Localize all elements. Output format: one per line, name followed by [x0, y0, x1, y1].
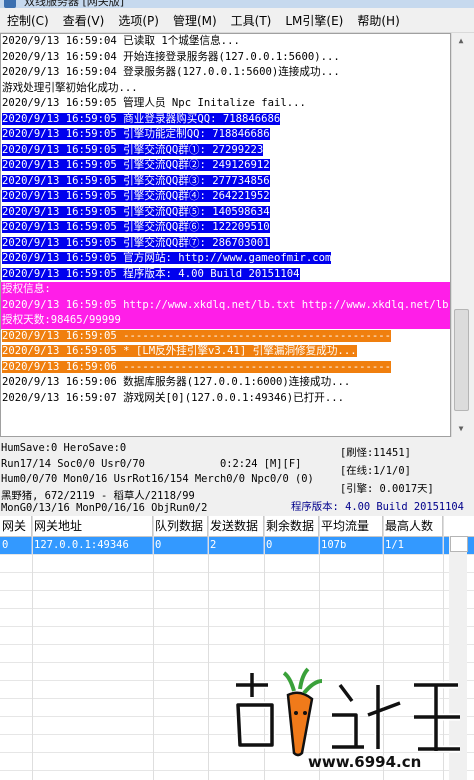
log-line-text: 2020/9/13 16:59:05 ---------------------… [2, 329, 392, 342]
log-line-text: 2020/9/13 16:59:05 引擎交流QQ群③: 277734856 [2, 174, 270, 187]
col-max-users[interactable]: 最高人数 [383, 516, 443, 536]
log-line-text: 2020/9/13 16:59:05 引擎交流QQ群⑥: 122209510 [2, 221, 270, 233]
col-avg-traffic[interactable]: 平均流量 [319, 516, 383, 536]
log-line-text: 2020/9/13 16:59:05 引擎交流QQ群②: 249126912 [2, 159, 270, 171]
status-version: 程序版本: 4.00 Build 20151104 [291, 501, 464, 513]
log-line-text: 2020/9/13 16:59:05 引擎交流QQ群⑦: 286703001 [2, 236, 270, 249]
log-line: 2020/9/13 16:59:05 引擎交流QQ群⑤: 140598634 [1, 205, 450, 221]
menu-view[interactable]: 查看(V) [56, 12, 112, 29]
log-line-text: 2020/9/13 16:59:06 ---------------------… [2, 360, 392, 373]
log-line: 2020/9/13 16:59:05 引擎交流QQ群④: 264221952 [1, 189, 450, 205]
window-titlebar: 双线服务器 [网关版] [0, 0, 474, 8]
log-line: 授权信息: [1, 282, 450, 298]
grid-line [153, 516, 154, 780]
log-line-text: 2020/9/13 16:59:05 官方网站: http://www.game… [2, 252, 332, 264]
watermark-logo: www.6994.cn [228, 655, 468, 777]
col-queue[interactable]: 队列数据 [153, 516, 208, 536]
log-line: 2020/9/13 16:59:05 引擎交流QQ群②: 249126912 [1, 158, 450, 174]
menu-lm-engine[interactable]: LM引擎(E) [278, 12, 350, 29]
cell-avg-traffic: 107b [319, 537, 383, 554]
menu-help[interactable]: 帮助(H) [350, 12, 406, 29]
status-save: HumSave:0 HeroSave:0 [1, 442, 127, 454]
log-line-text: 2020/9/13 16:59:07 游戏网关[0](127.0.0.1:493… [2, 391, 345, 404]
log-line: 2020/9/13 16:59:05 http://www.xkdlq.net/… [1, 297, 451, 313]
log-line-text: 2020/9/13 16:59:05 http://www.xkdlq.net/… [2, 298, 451, 311]
cell-address: 127.0.0.1:49346 [32, 537, 153, 554]
status-humans: Hum0/0/70 Mon0/16 UsrRot16/154 Merch0/0 … [1, 473, 314, 485]
log-line-text: 2020/9/13 16:59:04 已读取 1个城堡信息... [2, 35, 240, 47]
log-line-text: 2020/9/13 16:59:05 引擎交流QQ群⑤: 140598634 [2, 205, 270, 218]
col-remaining[interactable]: 剩余数据 [264, 516, 319, 536]
menu-manage[interactable]: 管理(M) [166, 12, 224, 29]
log-panel[interactable]: 2020/9/13 16:59:04 已读取 1个城堡信息... 2020/9/1… [0, 33, 451, 437]
scroll-up-icon[interactable]: ▲ [452, 33, 470, 49]
col-gateway[interactable]: 网关 [0, 516, 32, 536]
window-title: 双线服务器 [网关版] [24, 0, 125, 8]
log-line: 2020/9/13 16:59:05 商业登录器购买QQ: 718846686 [1, 112, 450, 128]
cell-remaining: 0 [264, 537, 319, 554]
log-line: 2020/9/13 16:59:05 ---------------------… [1, 329, 450, 345]
scroll-down-icon[interactable]: ▼ [452, 421, 470, 437]
log-line-text: 2020/9/13 16:59:05 管理人员 Npc Initalize fa… [2, 97, 306, 109]
col-address[interactable]: 网关地址 [32, 516, 153, 536]
log-line: 2020/9/13 16:59:05 引擎交流QQ群③: 277734856 [1, 174, 450, 190]
log-line: 2020/9/13 16:59:05 * [LM反外挂引擎v3.41] 引擎漏洞… [1, 344, 450, 360]
log-line: 2020/9/13 16:59:05 程序版本: 4.00 Build 2015… [1, 267, 450, 283]
log-line-text: 2020/9/13 16:59:06 数据库服务器(127.0.0.1:6000… [2, 376, 351, 388]
log-scrollbar[interactable]: ▲ ▼ [451, 33, 470, 437]
log-line: 游戏处理引擎初始化成功... [1, 81, 450, 97]
app-icon [4, 0, 16, 8]
log-line: 2020/9/13 16:59:05 引擎交流QQ群①: 27299223 [1, 143, 450, 159]
cell-queue: 0 [153, 537, 208, 554]
log-line-text: 游戏处理引擎初始化成功... [2, 81, 138, 94]
menu-control[interactable]: 控制(C) [0, 12, 56, 29]
log-line-text: 授权信息: [2, 283, 51, 295]
status-run: Run17/14 Soc0/0 Usr0/70 [1, 458, 145, 470]
menu-tools[interactable]: 工具(T) [224, 12, 279, 29]
log-line: 2020/9/13 16:59:07 游戏网关[0](127.0.0.1:493… [1, 391, 450, 407]
table-scroll-up-icon[interactable] [450, 536, 468, 552]
log-line: 2020/9/13 16:59:05 管理人员 Npc Initalize fa… [1, 96, 450, 112]
log-line: 2020/9/13 16:59:04 已读取 1个城堡信息... [1, 34, 450, 50]
grid-line [208, 516, 209, 780]
log-line: 2020/9/13 16:59:06 ---------------------… [1, 360, 450, 376]
log-line-text: 2020/9/13 16:59:05 程序版本: 4.00 Build 2015… [2, 267, 300, 280]
status-mong: MonG0/13/16 MonP0/16/16 ObjRun0/2 [1, 502, 208, 514]
log-line-text: 2020/9/13 16:59:05 引擎功能定制QQ: 718846686 [2, 128, 270, 140]
watermark-site: www.6994.cn [308, 753, 422, 771]
cell-max-users: 1/1 [383, 537, 443, 554]
log-line: 2020/9/13 16:59:05 引擎功能定制QQ: 718846686 [1, 127, 450, 143]
menu-options[interactable]: 选项(P) [111, 12, 166, 29]
status-online: [在线:1/1/0] [340, 465, 411, 477]
log-line-text: 2020/9/13 16:59:05 引擎交流QQ群④: 264221952 [2, 190, 270, 202]
log-line: 2020/9/13 16:59:05 引擎交流QQ群⑥: 122209510 [1, 220, 450, 236]
status-monster: 黑野猪, 672/2119 - 稻草人/2118/99 [1, 490, 195, 502]
log-line: 2020/9/13 16:59:05 引擎交流QQ群⑦: 286703001 [1, 236, 450, 252]
log-line: 2020/9/13 16:59:05 官方网站: http://www.game… [1, 251, 450, 267]
status-refresh: [刷怪:11451] [340, 447, 411, 459]
log-line: 2020/9/13 16:59:04 登录服务器(127.0.0.1:5600)… [1, 65, 450, 81]
log-line: 2020/9/13 16:59:06 数据库服务器(127.0.0.1:6000… [1, 375, 450, 391]
scrollbar-thumb[interactable] [454, 309, 469, 411]
status-time: 0:2:24 [M][F] [220, 458, 302, 470]
cell-gateway: 0 [0, 537, 32, 554]
table-row[interactable]: 0 127.0.0.1:49346 0 2 0 107b 1/1 [0, 537, 474, 554]
carrot-logo-icon [234, 667, 460, 757]
col-sent[interactable]: 发送数据 [208, 516, 264, 536]
log-line-text: 2020/9/13 16:59:04 开始连接登录服务器(127.0.0.1:5… [2, 50, 340, 63]
status-engine: [引擎: 0.0017天] [340, 483, 434, 495]
log-line-text: 2020/9/13 16:59:05 引擎交流QQ群①: 27299223 [2, 143, 264, 156]
menu-bar: 控制(C) 查看(V) 选项(P) 管理(M) 工具(T) LM引擎(E) 帮助… [0, 8, 474, 33]
log-line: 2020/9/13 16:59:04 开始连接登录服务器(127.0.0.1:5… [1, 50, 450, 66]
log-line-text: 2020/9/13 16:59:05 * [LM反外挂引擎v3.41] 引擎漏洞… [2, 345, 357, 357]
status-panel: HumSave:0 HeroSave:0 Run17/14 Soc0/0 Usr… [0, 437, 474, 515]
log-line-text: 2020/9/13 16:59:05 商业登录器购买QQ: 718846686 [2, 112, 281, 125]
grid-line [32, 516, 33, 780]
log-line-text: 授权天数:98465/99999 [2, 314, 121, 326]
log-line: 授权天数:98465/99999 [1, 313, 450, 329]
cell-sent: 2 [208, 537, 264, 554]
log-line-text: 2020/9/13 16:59:04 登录服务器(127.0.0.1:5600)… [2, 66, 340, 78]
table-header: 网关 网关地址 队列数据 发送数据 剩余数据 平均流量 最高人数 [0, 516, 474, 537]
